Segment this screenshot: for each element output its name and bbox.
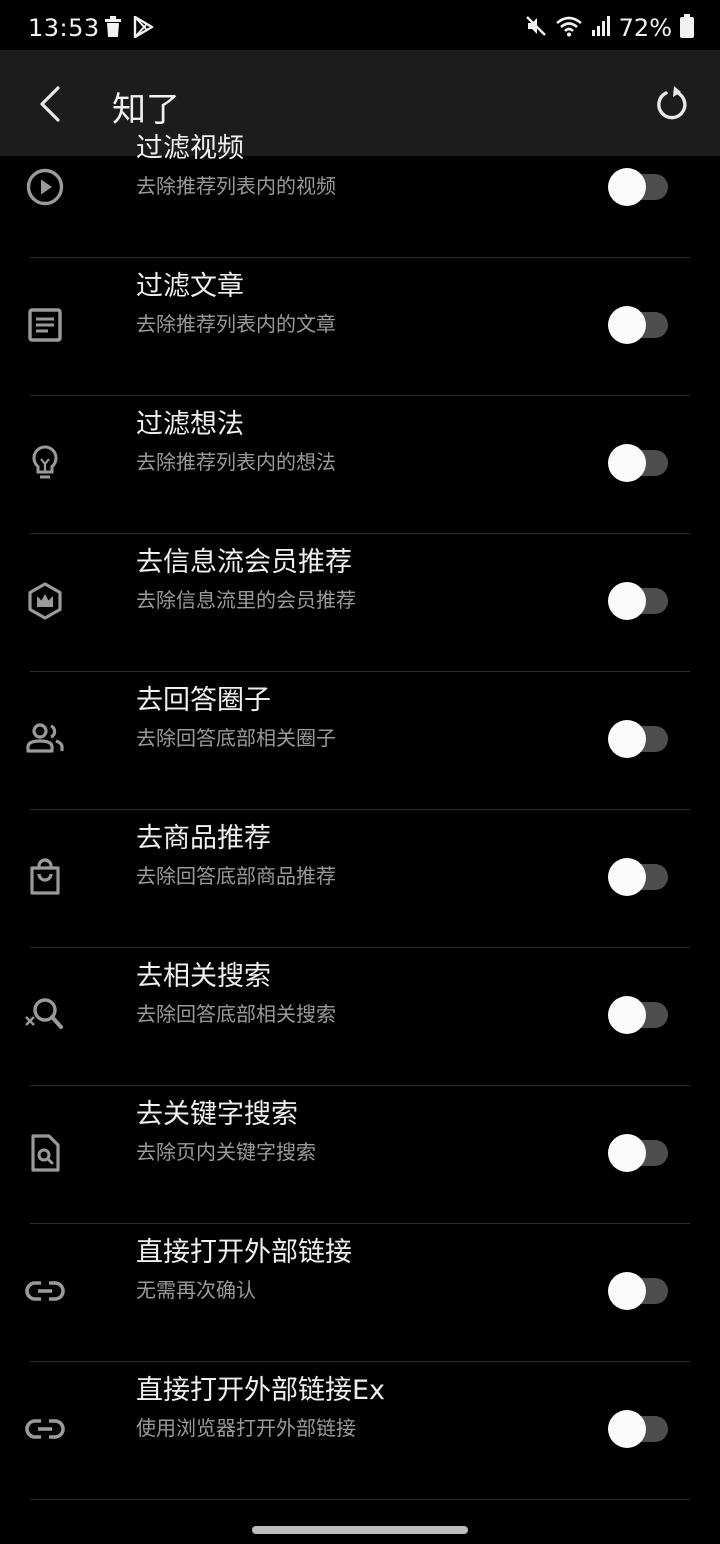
- setting-subtitle: 去除推荐列表内的视频: [136, 174, 336, 198]
- toggle-knob: [608, 996, 646, 1034]
- link-icon: [22, 1406, 68, 1452]
- article-icon: [22, 302, 68, 348]
- status-bar: 13:53 72%: [0, 0, 720, 50]
- divider: [30, 1361, 690, 1362]
- setting-row-filter-article[interactable]: 过滤文章 去除推荐列表内的文章: [0, 264, 720, 402]
- battery-icon: [680, 14, 694, 42]
- setting-row-product[interactable]: 去商品推荐 去除回答底部商品推荐: [0, 816, 720, 954]
- setting-subtitle: 去除回答底部相关圈子: [136, 726, 336, 750]
- divider: [30, 671, 690, 672]
- toggle-knob: [608, 1134, 646, 1172]
- setting-title: 去信息流会员推荐: [136, 547, 352, 578]
- toggle-knob: [608, 444, 646, 482]
- home-indicator[interactable]: [252, 1526, 468, 1534]
- setting-title: 去关键字搜索: [136, 1099, 298, 1130]
- toggle-knob: [608, 306, 646, 344]
- crown-hexagon-icon: [22, 578, 68, 624]
- toggle-switch[interactable]: [608, 1272, 668, 1310]
- status-time: 13:53: [28, 14, 100, 42]
- setting-subtitle: 去除推荐列表内的文章: [136, 312, 336, 336]
- toggle-switch[interactable]: [608, 168, 668, 206]
- status-notification-icons: [104, 15, 154, 42]
- setting-subtitle: 去除回答底部商品推荐: [136, 864, 336, 888]
- divider: [30, 533, 690, 534]
- lightbulb-icon: [22, 440, 68, 486]
- mute-icon: [525, 15, 547, 41]
- divider: [30, 1223, 690, 1224]
- divider: [30, 257, 690, 258]
- setting-row-filter-video[interactable]: 过滤视频 去除推荐列表内的视频: [0, 126, 720, 264]
- link-icon: [22, 1268, 68, 1314]
- setting-title: 过滤文章: [136, 271, 244, 302]
- divider: [30, 395, 690, 396]
- shopping-bag-icon: [22, 854, 68, 900]
- wifi-icon: [555, 15, 583, 41]
- setting-row-answer-circle[interactable]: 去回答圈子 去除回答底部相关圈子: [0, 678, 720, 816]
- chevron-left-icon: [38, 86, 62, 126]
- toggle-switch[interactable]: [608, 720, 668, 758]
- divider: [30, 947, 690, 948]
- trash-icon: [104, 16, 122, 42]
- setting-subtitle: 无需再次确认: [136, 1278, 256, 1302]
- setting-title: 去回答圈子: [136, 685, 271, 716]
- find-in-page-icon: [22, 1130, 68, 1176]
- setting-row-keyword-search[interactable]: 去关键字搜索 去除页内关键字搜索: [0, 1092, 720, 1230]
- toggle-knob: [608, 1410, 646, 1448]
- setting-row-related-search[interactable]: 去相关搜索 去除回答底部相关搜索: [0, 954, 720, 1092]
- back-button[interactable]: [24, 80, 76, 132]
- status-system-icons: 72%: [525, 14, 694, 42]
- divider: [30, 809, 690, 810]
- setting-row-filter-thought[interactable]: 过滤想法 去除推荐列表内的想法: [0, 402, 720, 540]
- reset-icon: [655, 86, 689, 126]
- play-store-icon: [132, 15, 154, 42]
- toggle-knob: [608, 1272, 646, 1310]
- toggle-switch[interactable]: [608, 444, 668, 482]
- toggle-knob: [608, 858, 646, 896]
- people-icon: [22, 716, 68, 762]
- toggle-switch[interactable]: [608, 858, 668, 896]
- setting-row-open-external-link-ex[interactable]: 直接打开外部链接Ex 使用浏览器打开外部链接: [0, 1368, 720, 1506]
- toggle-switch[interactable]: [608, 306, 668, 344]
- search-off-icon: [22, 992, 68, 1038]
- setting-title: 直接打开外部链接Ex: [136, 1375, 386, 1406]
- toggle-knob: [608, 582, 646, 620]
- toggle-switch[interactable]: [608, 1410, 668, 1448]
- battery-percent: 72%: [618, 14, 672, 42]
- signal-icon: [591, 15, 611, 41]
- divider: [30, 1499, 690, 1500]
- setting-subtitle: 去除页内关键字搜索: [136, 1140, 316, 1164]
- divider: [30, 1085, 690, 1086]
- setting-title: 去商品推荐: [136, 823, 271, 854]
- setting-row-feed-vip[interactable]: 去信息流会员推荐 去除信息流里的会员推荐: [0, 540, 720, 678]
- setting-subtitle: 去除回答底部相关搜索: [136, 1002, 336, 1026]
- toggle-knob: [608, 720, 646, 758]
- toggle-switch[interactable]: [608, 1134, 668, 1172]
- toggle-knob: [608, 168, 646, 206]
- setting-subtitle: 去除推荐列表内的想法: [136, 450, 336, 474]
- setting-subtitle: 使用浏览器打开外部链接: [136, 1416, 356, 1440]
- reset-button[interactable]: [646, 80, 698, 132]
- page-title: 知了: [112, 90, 180, 130]
- setting-subtitle: 去除信息流里的会员推荐: [136, 588, 356, 612]
- toggle-switch[interactable]: [608, 996, 668, 1034]
- setting-title: 过滤想法: [136, 409, 244, 440]
- setting-row-open-external-link[interactable]: 直接打开外部链接 无需再次确认: [0, 1230, 720, 1368]
- setting-title: 直接打开外部链接: [136, 1237, 352, 1268]
- setting-title: 过滤视频: [136, 133, 244, 164]
- setting-title: 去相关搜索: [136, 961, 271, 992]
- toggle-switch[interactable]: [608, 582, 668, 620]
- play-circle-icon: [22, 164, 68, 210]
